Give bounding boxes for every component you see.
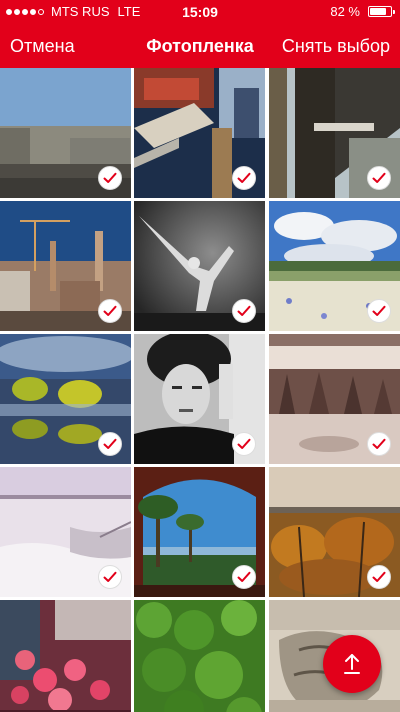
selected-check-icon bbox=[232, 432, 256, 456]
selected-check-icon bbox=[367, 432, 391, 456]
photo-palm-trees-arch[interactable] bbox=[134, 467, 265, 597]
upload-arrow-icon bbox=[344, 654, 360, 674]
selected-check-icon bbox=[367, 166, 391, 190]
selected-check-icon bbox=[98, 565, 122, 589]
photo-portrait-bw[interactable] bbox=[134, 334, 265, 464]
selected-check-icon bbox=[367, 565, 391, 589]
navigation-bar: Отмена Фотопленка Снять выбор bbox=[0, 22, 400, 68]
photo-winter-trees[interactable] bbox=[269, 334, 400, 464]
status-bar: MTS RUS LTE 15:09 82 % bbox=[0, 0, 400, 22]
selected-check-icon bbox=[232, 565, 256, 589]
selected-check-icon bbox=[98, 166, 122, 190]
photo-flooded-trees[interactable] bbox=[0, 334, 131, 464]
selected-check-icon bbox=[232, 299, 256, 323]
photo-boats-canal[interactable] bbox=[134, 68, 265, 198]
battery-percentage: 82 % bbox=[330, 4, 360, 19]
photo-pink-roses[interactable] bbox=[0, 600, 131, 712]
photo-grid bbox=[0, 68, 400, 712]
header: MTS RUS LTE 15:09 82 % Отмена Фотопленка… bbox=[0, 0, 400, 68]
battery-icon bbox=[368, 6, 395, 17]
camera-roll-screen: MTS RUS LTE 15:09 82 % Отмена Фотопленка… bbox=[0, 0, 400, 712]
photo-city-cranes[interactable] bbox=[0, 201, 131, 331]
selected-check-icon bbox=[98, 299, 122, 323]
photo-city-square[interactable] bbox=[0, 68, 131, 198]
selected-check-icon bbox=[98, 432, 122, 456]
photo-snow-field[interactable] bbox=[0, 467, 131, 597]
photo-dancer-bw[interactable] bbox=[134, 201, 265, 331]
photo-green-hedge[interactable] bbox=[134, 600, 265, 712]
selected-check-icon bbox=[232, 166, 256, 190]
photo-autumn-trees[interactable] bbox=[269, 467, 400, 597]
selected-check-icon bbox=[367, 299, 391, 323]
photo-flower-field-sky[interactable] bbox=[269, 201, 400, 331]
deselect-all-button[interactable]: Снять выбор bbox=[282, 36, 390, 57]
photo-bridge-structure[interactable] bbox=[269, 68, 400, 198]
upload-button[interactable] bbox=[323, 635, 381, 693]
status-right: 82 % bbox=[330, 4, 395, 19]
